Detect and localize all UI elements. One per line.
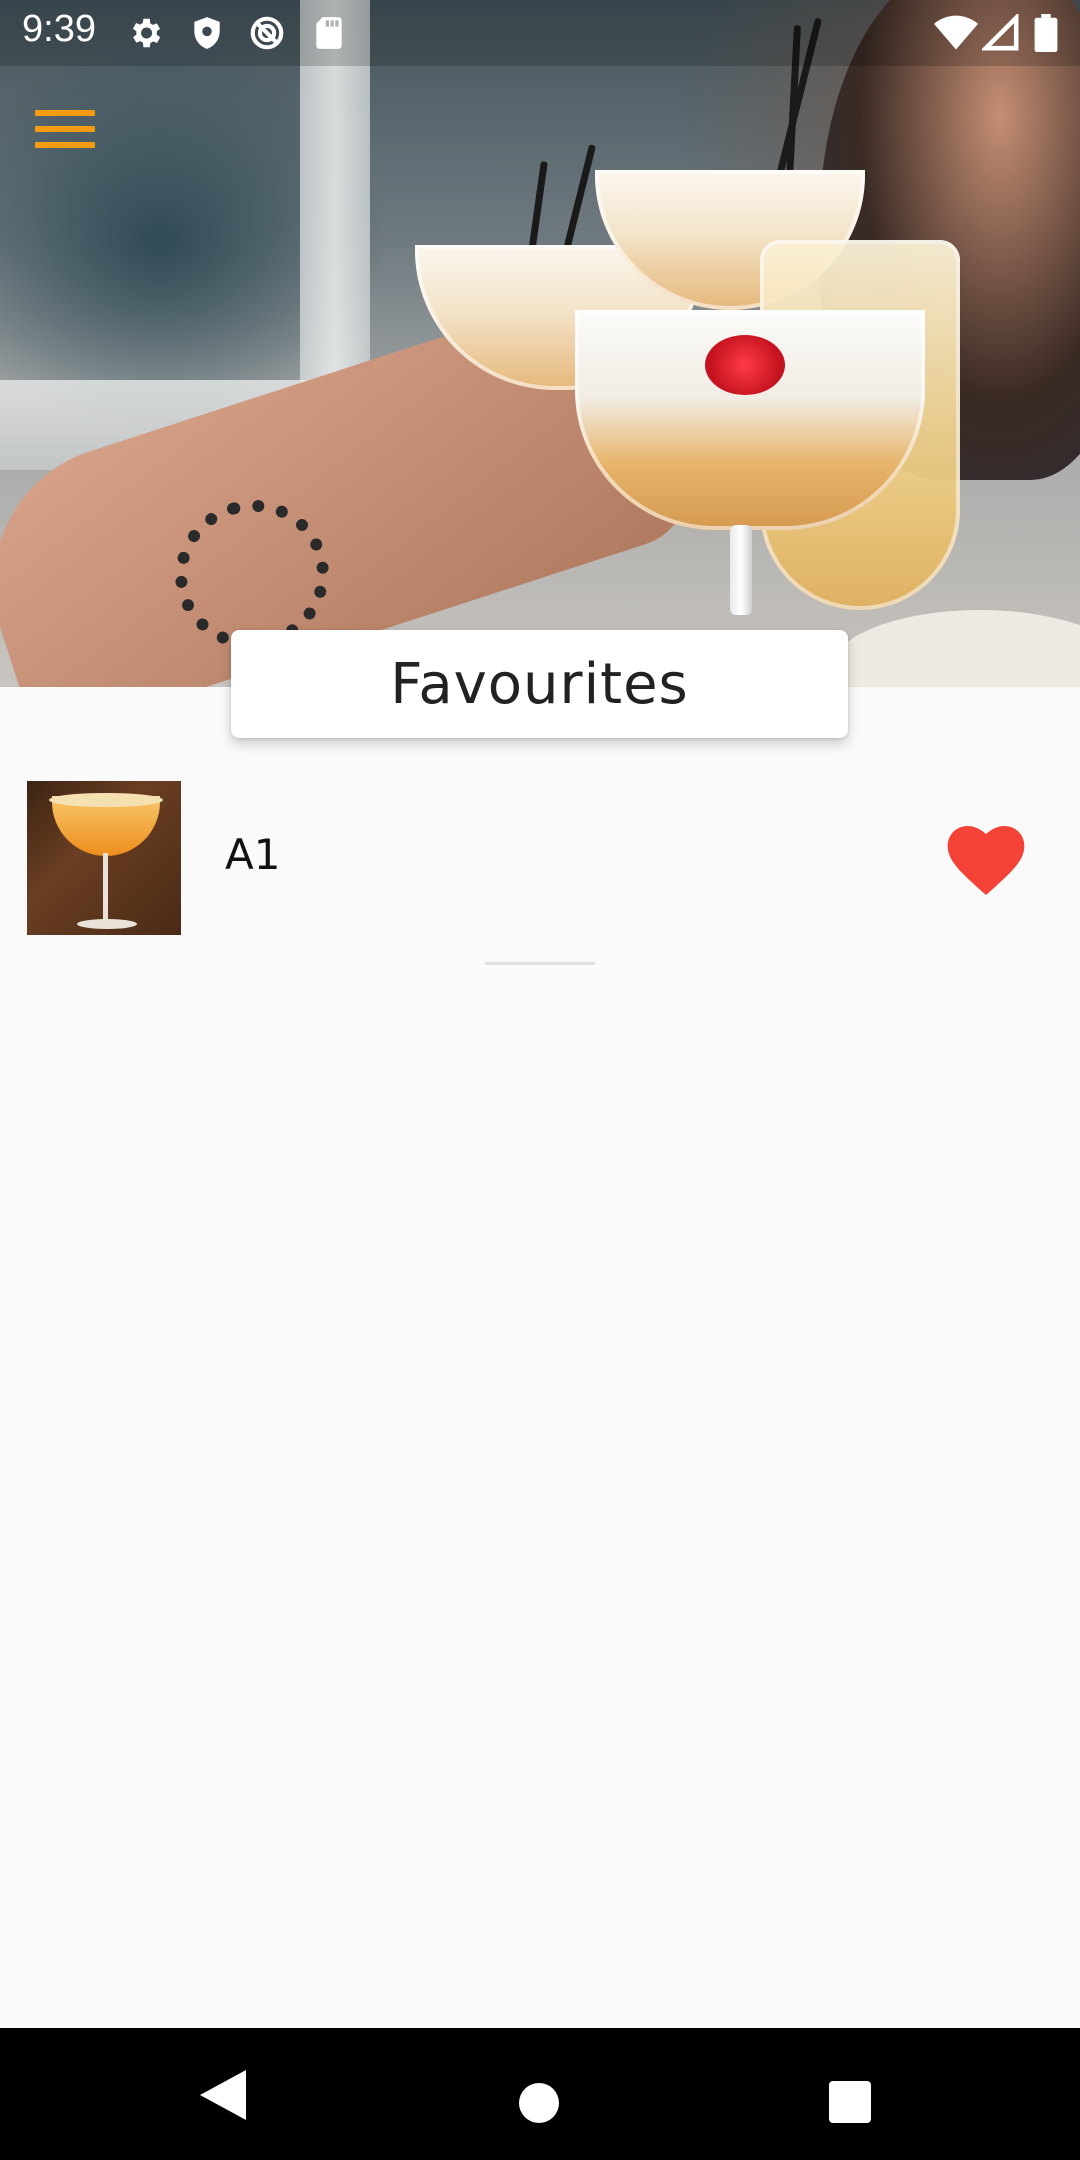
list-item[interactable]: A1 xyxy=(0,775,1080,935)
vpn-icon xyxy=(250,16,284,50)
settings-icon xyxy=(132,18,161,48)
page-title: Favourites xyxy=(390,651,689,717)
shield-icon xyxy=(194,17,220,49)
recents-icon[interactable] xyxy=(829,2081,871,2123)
battery-icon xyxy=(1034,14,1058,52)
hamburger-menu-icon[interactable] xyxy=(30,104,100,160)
header-image xyxy=(0,0,1080,687)
list-item-name: A1 xyxy=(225,830,281,879)
heart-icon[interactable] xyxy=(946,823,1026,897)
sd-card-icon xyxy=(316,17,342,49)
status-bar: 9:39 xyxy=(0,0,1080,66)
cocktail-thumbnail xyxy=(27,781,181,935)
back-icon[interactable] xyxy=(200,2070,246,2120)
status-time: 9:39 xyxy=(22,8,96,50)
navigation-bar xyxy=(0,2028,1080,2160)
home-icon[interactable] xyxy=(519,2083,559,2123)
wifi-icon xyxy=(934,15,978,50)
cell-signal-icon xyxy=(982,14,1019,51)
title-card: Favourites xyxy=(231,630,848,738)
list-divider xyxy=(485,962,595,965)
